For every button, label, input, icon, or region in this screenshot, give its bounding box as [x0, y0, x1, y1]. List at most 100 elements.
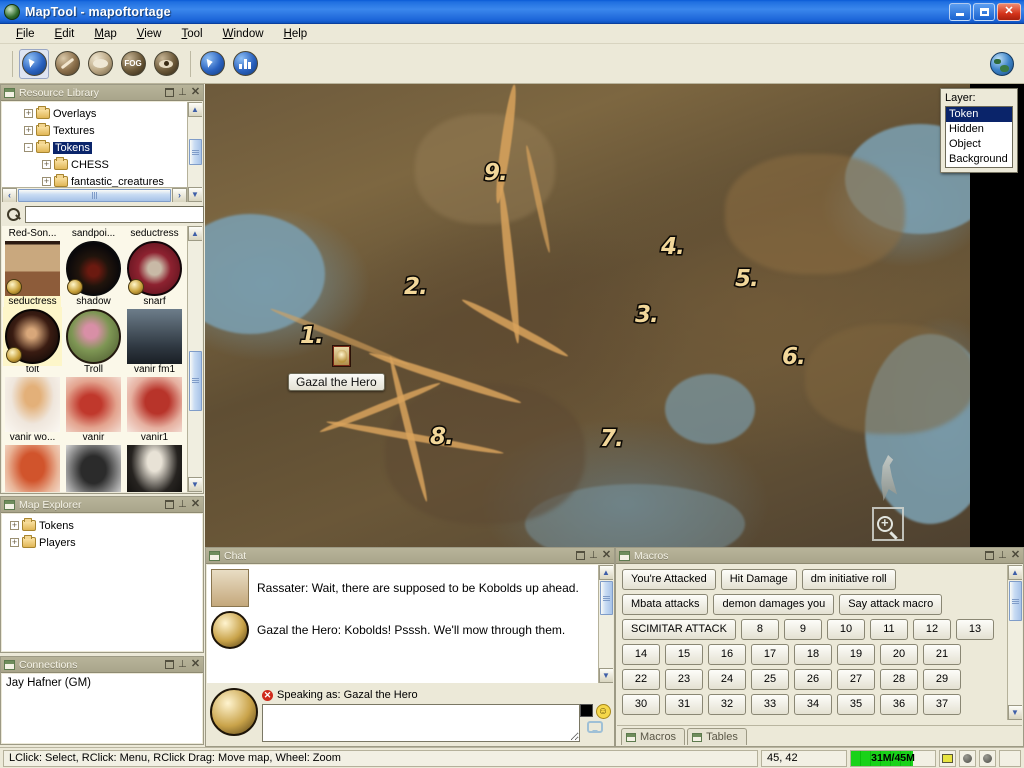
scroll-thumb[interactable]	[188, 350, 202, 411]
minimize-button[interactable]	[949, 2, 971, 21]
macro-button[interactable]: 29	[923, 669, 961, 690]
scroll-down-icon[interactable]: ▼	[1007, 705, 1022, 720]
scroll-up-icon[interactable]: ▲	[187, 102, 202, 117]
thumbnail-item[interactable]: Troll	[65, 364, 122, 432]
map-marker[interactable]: 6.	[781, 343, 808, 372]
tree-vertical-scrollbar[interactable]: ▲ ▼	[187, 102, 202, 202]
layer-option-hidden[interactable]: Hidden	[946, 122, 1012, 137]
thumbnail-item[interactable]: vanir	[65, 432, 122, 492]
tree-node-tokens[interactable]: - Tokens	[6, 139, 190, 156]
map-marker[interactable]: 2.	[403, 273, 430, 302]
macro-button[interactable]: 32	[708, 694, 746, 715]
stop-icon[interactable]: ✕	[262, 689, 273, 701]
macro-button[interactable]: dm initiative roll	[801, 569, 896, 590]
thumbnail-item[interactable]: tolt	[4, 364, 61, 432]
map-marker[interactable]: 9.	[483, 159, 510, 188]
chat-messages[interactable]: Rassater: Wait, there are supposed to be…	[207, 565, 613, 683]
expander-icon[interactable]: +	[10, 521, 19, 530]
tree-horizontal-scrollbar[interactable]: ‹ ›	[2, 187, 187, 202]
smiley-icon[interactable]: ☺	[595, 704, 611, 719]
tree-node[interactable]: + Overlays	[6, 105, 190, 122]
expander-icon[interactable]: +	[10, 538, 19, 547]
macro-button[interactable]: demon damages you	[713, 594, 835, 615]
fog-tool-button[interactable]: FOG	[118, 49, 148, 79]
macro-button[interactable]: 9	[783, 619, 822, 640]
macro-button[interactable]: 33	[751, 694, 789, 715]
macro-button[interactable]: 21	[923, 644, 961, 665]
thumbnail-item[interactable]: seductress	[126, 228, 183, 296]
macro-button[interactable]: 34	[794, 694, 832, 715]
close-icon[interactable]: ✕	[191, 659, 200, 670]
macro-button[interactable]: 30	[622, 694, 660, 715]
menu-edit[interactable]: Edit	[45, 26, 85, 42]
macro-button[interactable]: 20	[880, 644, 918, 665]
thumbnail-item[interactable]: vanir1	[126, 432, 183, 492]
scroll-thumb-h[interactable]	[18, 188, 171, 202]
zoom-in-icon[interactable]	[876, 515, 900, 540]
layer-option-object[interactable]: Object	[946, 137, 1012, 152]
maximize-button[interactable]	[973, 2, 995, 21]
template-tool-button[interactable]	[85, 49, 115, 79]
close-icon[interactable]: ✕	[1011, 550, 1020, 561]
macro-button[interactable]: 36	[880, 694, 918, 715]
close-icon[interactable]: ✕	[191, 499, 200, 510]
scroll-up-icon[interactable]: ▲	[1007, 565, 1022, 580]
macro-button[interactable]: 16	[708, 644, 746, 665]
macro-button[interactable]: 11	[869, 619, 908, 640]
color-swatch-button[interactable]	[579, 704, 593, 717]
thumbnail-item[interactable]: vanir wo...	[4, 432, 61, 492]
menu-file[interactable]: FFileile	[6, 26, 45, 42]
globe-button[interactable]	[990, 51, 1014, 76]
thumbnail-item[interactable]: Red-Son...	[4, 228, 61, 296]
macro-button[interactable]: 28	[880, 669, 918, 690]
tab-macros[interactable]: Macros	[621, 728, 686, 745]
macro-button[interactable]: Hit Damage	[720, 569, 797, 590]
float-icon[interactable]	[576, 551, 585, 560]
macro-button[interactable]: Mbata attacks	[622, 594, 709, 615]
speech-bubble-icon[interactable]	[587, 721, 603, 733]
scroll-thumb[interactable]	[1008, 581, 1022, 621]
speaking-avatar[interactable]	[210, 688, 258, 736]
macro-button[interactable]: 37	[923, 694, 961, 715]
macro-button[interactable]: 27	[837, 669, 875, 690]
chat-vertical-scrollbar[interactable]: ▲ ▼	[598, 565, 613, 683]
scroll-right-icon[interactable]: ›	[172, 187, 187, 202]
chat-input[interactable]	[262, 704, 580, 742]
macro-button[interactable]: You're Attacked	[622, 569, 716, 590]
macro-button[interactable]: SCIMITAR ATTACK	[622, 619, 736, 640]
macro-button[interactable]: 31	[665, 694, 703, 715]
macro-button[interactable]: 8	[740, 619, 779, 640]
macro-button[interactable]: 25	[751, 669, 789, 690]
macro-button[interactable]: 15	[665, 644, 703, 665]
tree-node[interactable]: + Textures	[6, 122, 190, 139]
macro-button[interactable]: 10	[826, 619, 865, 640]
map-explorer-tree[interactable]: + Tokens + Players	[2, 514, 202, 651]
expander-icon[interactable]: +	[42, 177, 51, 186]
macro-button[interactable]: 18	[794, 644, 832, 665]
layer-option-background[interactable]: Background	[946, 152, 1012, 167]
macro-button[interactable]: 19	[837, 644, 875, 665]
tab-tables[interactable]: Tables	[687, 728, 747, 745]
map-view[interactable]: 9. 4. 2. 5. 3. 6. 1. 8. 7. Gazal the Her…	[205, 84, 1024, 547]
thumbnail-item[interactable]: vanir fm1	[126, 364, 183, 432]
thumbnail-item-selected[interactable]: seductress	[3, 296, 62, 366]
menu-window[interactable]: Window	[213, 26, 274, 42]
close-icon[interactable]: ✕	[191, 87, 200, 98]
scroll-down-icon[interactable]: ▼	[187, 477, 202, 492]
thumbnail-item[interactable]: sandpoi...	[65, 228, 122, 296]
macro-button[interactable]: 22	[622, 669, 660, 690]
tree-node-tokens[interactable]: + Tokens	[6, 517, 202, 534]
scroll-up-icon[interactable]: ▲	[187, 226, 202, 241]
macro-button[interactable]: 14	[622, 644, 660, 665]
screen-icon[interactable]	[939, 749, 956, 767]
close-icon[interactable]: ✕	[602, 550, 611, 561]
macro-button[interactable]: 12	[912, 619, 951, 640]
interact-tool-button[interactable]	[197, 49, 227, 79]
menu-map[interactable]: Map	[84, 26, 126, 42]
scroll-up-icon[interactable]: ▲	[598, 565, 613, 580]
macro-button[interactable]: 13	[955, 619, 994, 640]
menu-view[interactable]: View	[127, 26, 172, 42]
map-marker[interactable]: 3.	[634, 301, 661, 330]
float-icon[interactable]	[165, 660, 174, 669]
menu-tool[interactable]: Tool	[172, 26, 213, 42]
